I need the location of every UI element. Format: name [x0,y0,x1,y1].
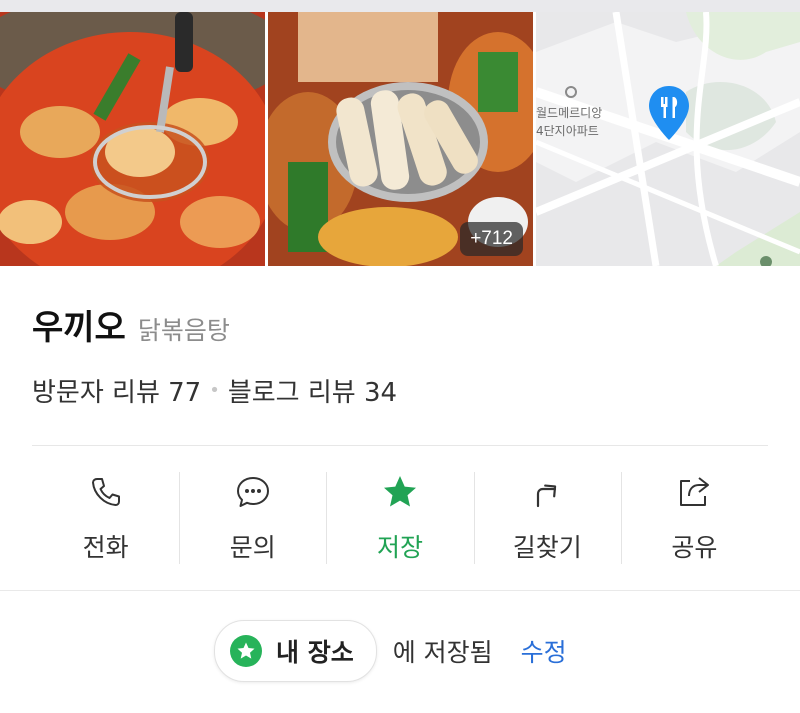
top-strip [0,0,800,12]
share-icon [680,477,710,506]
photo-count-badge[interactable]: +712 [460,222,523,256]
saved-star-icon [230,635,262,667]
saved-status: 내 장소 에 저장됨 수정 [214,620,567,682]
place-name: 우끼오 [32,308,126,348]
chat-bubble-icon [236,477,269,507]
edit-saved-link[interactable]: 수정 [521,633,567,669]
section-divider [0,590,800,591]
food-photo-fishcake[interactable]: +712 [268,12,533,266]
saved-status-text: 에 저장됨 [392,638,493,667]
saved-list-pill[interactable]: 내 장소 [214,620,377,682]
restaurant-pin-icon[interactable] [646,84,692,144]
location-map[interactable]: 월드메르디앙 4단지아파트 [536,12,800,266]
photo-gallery[interactable]: +712 월드메르디앙 4단지아파트 [0,12,800,266]
saved-list-name: 내 장소 [276,638,354,667]
place-category: 닭볶음탕 [137,316,230,345]
review-summary: 방문자 리뷰 77 • 블로그 리뷰 34 [32,372,397,409]
visitor-reviews-link[interactable]: 방문자 리뷰 77 [32,372,201,409]
directions-button[interactable]: 길찾기 [473,470,621,566]
blog-reviews-link[interactable]: 블로그 리뷰 34 [228,372,397,409]
inquiry-button[interactable]: 문의 [179,470,326,566]
share-label: 공유 [671,533,718,562]
map-label-apartment-complex: 4단지아파트 [536,124,599,138]
phone-icon [91,478,120,506]
food-photo-stew[interactable] [0,12,265,266]
call-button[interactable]: 전화 [32,470,179,566]
place-title: 우끼오 닭볶음탕 [32,300,230,349]
action-bar: 전화 문의 저장 길찾기 공유 [32,470,768,566]
inquiry-label: 문의 [229,533,276,562]
separator-dot: • [209,380,220,401]
directions-arrow-icon [537,484,557,508]
share-button[interactable]: 공유 [620,470,768,566]
divider [32,445,768,446]
call-label: 전화 [82,533,129,562]
directions-label: 길찾기 [512,533,582,562]
star-icon [384,476,416,507]
map-label-apartment-name: 월드메르디앙 [536,106,603,120]
save-button[interactable]: 저장 [326,470,473,566]
save-label: 저장 [377,533,424,562]
